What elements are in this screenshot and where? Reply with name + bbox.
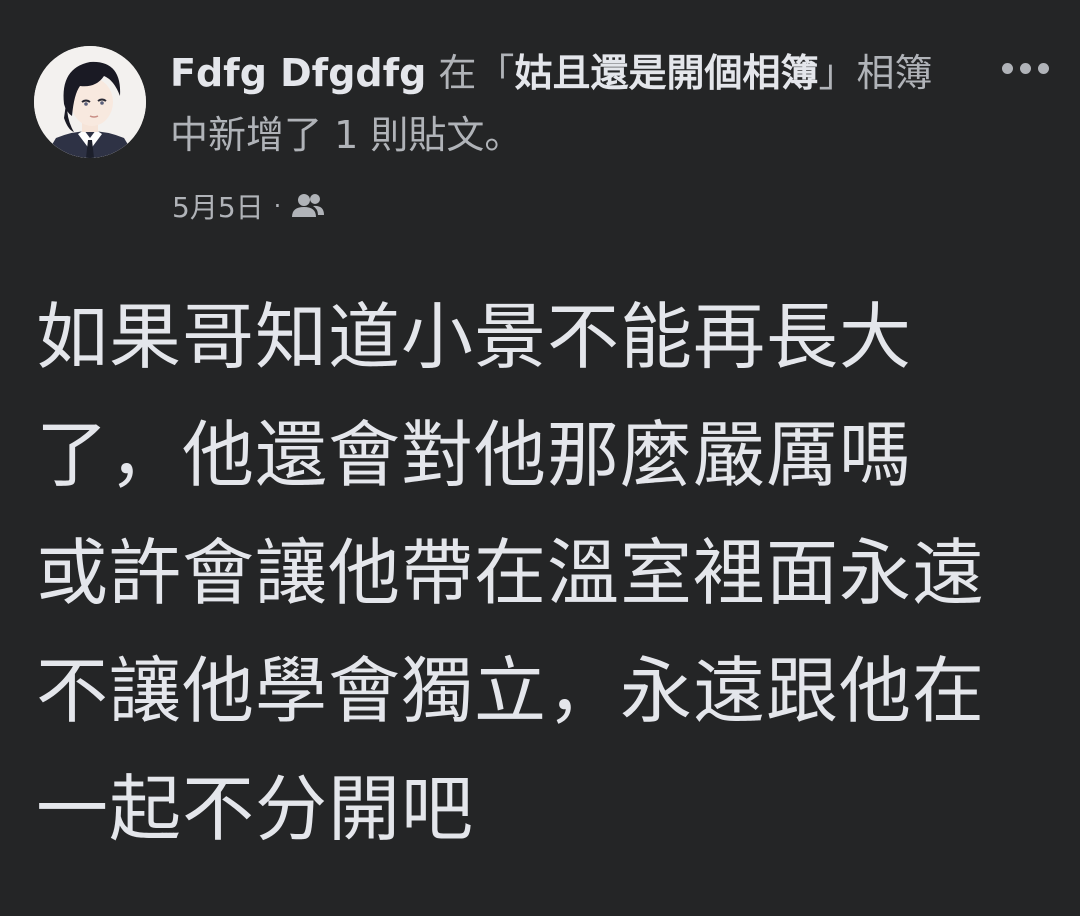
post-text-line: 如果哥知道小景不能再長大: [36, 295, 913, 379]
avatar[interactable]: [34, 46, 146, 158]
more-options-icon[interactable]: [988, 44, 1062, 92]
post-meta: 5月5日 ·: [172, 186, 325, 226]
post-text-line: 或許會讓他帶在溫室裡面永遠: [36, 531, 986, 615]
post-text-line: 一起不分開吧: [36, 767, 475, 851]
post-header: Fdfg Dfgdfg 在「姑且還是開個相簿」相簿中新增了 1 則貼文。 5月5…: [0, 0, 1080, 250]
more-dot: [1037, 62, 1049, 74]
album-link[interactable]: 姑且還是開個相簿: [514, 51, 818, 95]
author-name[interactable]: Fdfg Dfgdfg: [170, 51, 426, 95]
meta-separator: ·: [273, 192, 282, 220]
more-dot: [1019, 62, 1031, 74]
post-text-line: 不讓他學會獨立，永遠跟他在: [36, 649, 986, 733]
post-headline: Fdfg Dfgdfg 在「姑且還是開個相簿」相簿中新增了 1 則貼文。: [170, 42, 960, 166]
post-date[interactable]: 5月5日: [172, 186, 264, 226]
action-prefix: 在「: [426, 51, 515, 95]
more-dot: [1001, 62, 1013, 74]
friends-icon[interactable]: [291, 191, 325, 221]
post-text: 如果哥知道小景不能再長大 了，他還會對他那麼嚴厲嗎 或許會讓他帶在溫室裡面永遠 …: [36, 278, 1046, 868]
post-text-line: 了，他還會對他那麼嚴厲嗎: [36, 413, 913, 497]
